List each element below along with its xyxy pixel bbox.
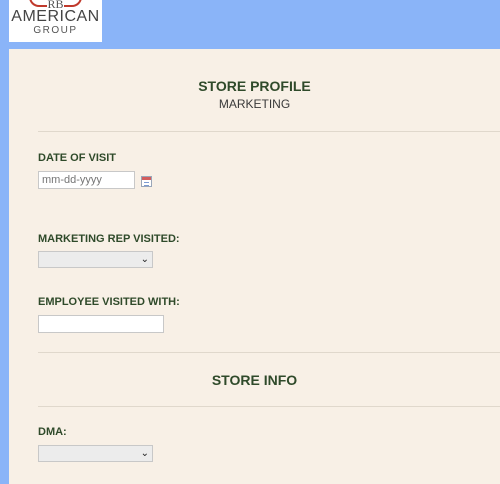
chevron-down-icon: ⌄ <box>140 254 149 265</box>
marketing-rep-label: MARKETING REP VISITED: <box>38 233 180 245</box>
divider <box>38 131 500 132</box>
calendar-icon[interactable] <box>141 176 152 187</box>
divider <box>38 352 500 353</box>
form-subtitle: MARKETING <box>218 97 291 111</box>
logo-american: AMERICAN <box>11 8 100 25</box>
dma-label: DMA: <box>38 426 67 438</box>
chevron-down-icon: ⌄ <box>140 448 149 459</box>
dma-select[interactable]: ⌄ <box>38 445 153 462</box>
employee-visited-input[interactable] <box>38 315 164 333</box>
company-logo: RB AMERICAN GROUP <box>9 0 102 42</box>
logo-group: GROUP <box>33 25 78 36</box>
marketing-rep-select[interactable]: ⌄ <box>38 251 153 268</box>
form-card: STORE PROFILE MARKETING DATE OF VISIT MA… <box>9 49 500 484</box>
date-of-visit-label: DATE OF VISIT <box>38 152 117 164</box>
logo-rb: RB <box>29 0 82 11</box>
employee-visited-label: EMPLOYEE VISITED WITH: <box>38 296 180 308</box>
divider <box>38 406 500 407</box>
form-title: STORE PROFILE <box>198 78 311 94</box>
date-of-visit-input[interactable] <box>38 171 135 189</box>
store-info-title: STORE INFO <box>211 372 298 388</box>
